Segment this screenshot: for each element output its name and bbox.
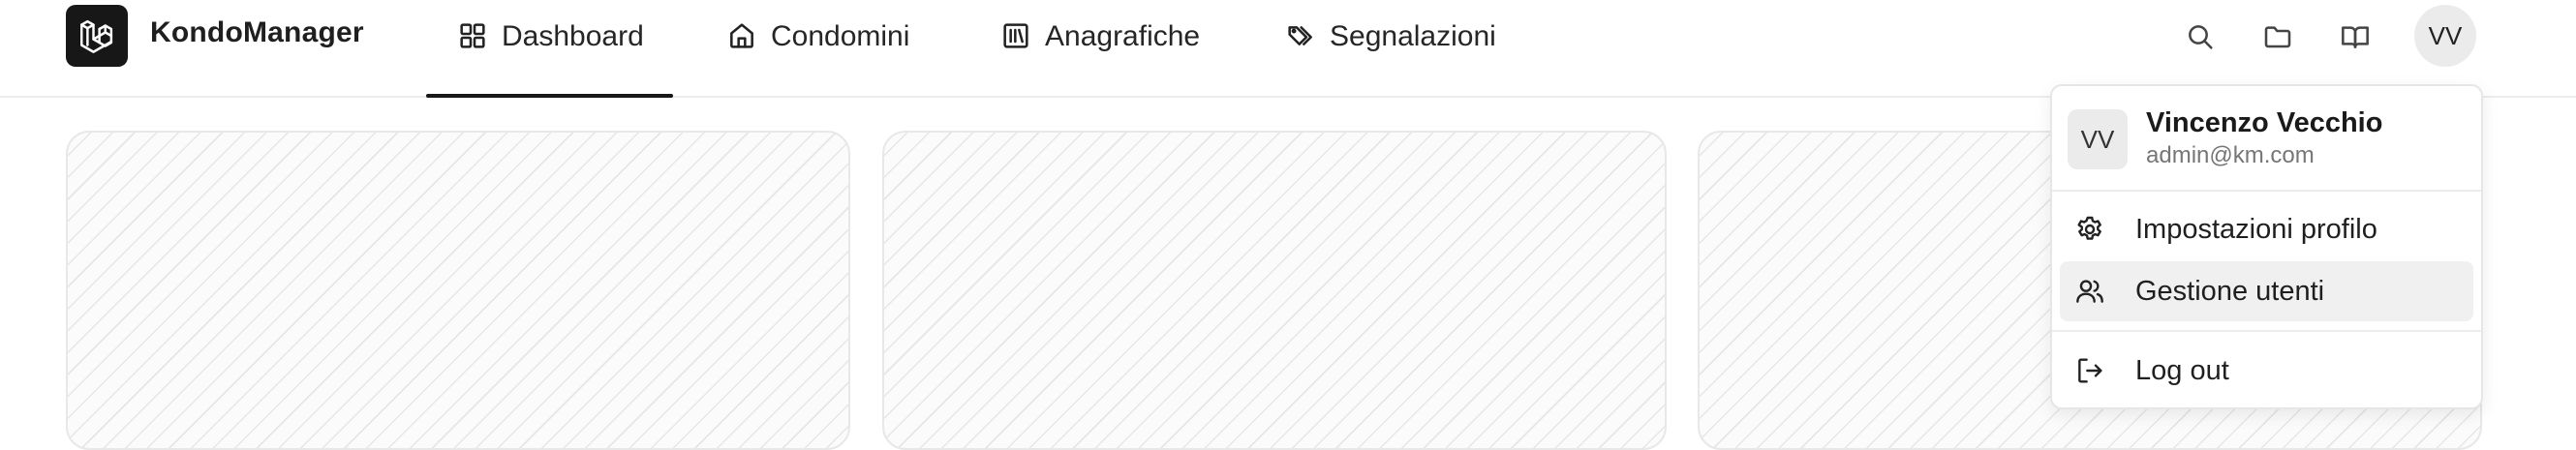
- laravel-logo-icon: [80, 19, 113, 53]
- menu-item-user-management[interactable]: Gestione utenti: [2060, 261, 2473, 321]
- menu-divider: [2052, 190, 2481, 192]
- book-open-icon: [2342, 26, 2369, 48]
- docs-button[interactable]: [2338, 19, 2373, 54]
- library-icon: [1003, 23, 1028, 48]
- user-menu-dropdown: VV Vincenzo Vecchio admin@km.com Imposta…: [2050, 84, 2483, 409]
- active-tab-indicator: [426, 94, 673, 98]
- app-logo[interactable]: [66, 5, 128, 67]
- gear-icon: [2077, 216, 2101, 240]
- users-icon: [2076, 280, 2103, 303]
- placeholder-card-2: [882, 131, 1667, 450]
- search-icon: [2189, 25, 2213, 49]
- nav-label-segnalazioni: Segnalazioni: [1330, 20, 1496, 52]
- menu-item-profile-settings[interactable]: Impostazioni profilo: [2060, 199, 2473, 259]
- menu-item-label: Log out: [2135, 354, 2229, 386]
- tags-icon: [1288, 26, 1312, 45]
- menu-item-label: Impostazioni profilo: [2135, 213, 2377, 245]
- search-button[interactable]: [2183, 19, 2218, 54]
- nav-item-anagrafiche[interactable]: Anagrafiche: [1000, 0, 1200, 97]
- user-name: Vincenzo Vecchio: [2146, 107, 2383, 138]
- nav-label-condomini: Condomini: [771, 20, 910, 52]
- top-navigation-bar: KondoManager Dashboard Condomini Anagraf…: [0, 0, 2576, 98]
- avatar: VV: [2068, 109, 2128, 169]
- menu-divider: [2052, 330, 2481, 332]
- app-title: KondoManager: [150, 16, 364, 48]
- user-email: admin@km.com: [2146, 142, 2315, 168]
- grid-icon: [460, 23, 485, 48]
- log-out-icon: [2078, 358, 2102, 383]
- user-avatar-button[interactable]: VV: [2414, 5, 2476, 67]
- nav-label-dashboard: Dashboard: [502, 20, 644, 52]
- home-icon: [730, 23, 753, 48]
- nav-item-segnalazioni[interactable]: Segnalazioni: [1285, 0, 1496, 97]
- folder-icon: [2264, 26, 2291, 48]
- nav-item-condomini[interactable]: Condomini: [726, 0, 909, 97]
- nav-label-anagrafiche: Anagrafiche: [1045, 20, 1201, 52]
- menu-item-label: Gestione utenti: [2135, 275, 2325, 307]
- placeholder-card-1: [66, 131, 850, 450]
- folder-button[interactable]: [2260, 19, 2295, 54]
- nav-item-dashboard[interactable]: Dashboard: [457, 0, 644, 97]
- menu-item-logout[interactable]: Log out: [2060, 341, 2473, 401]
